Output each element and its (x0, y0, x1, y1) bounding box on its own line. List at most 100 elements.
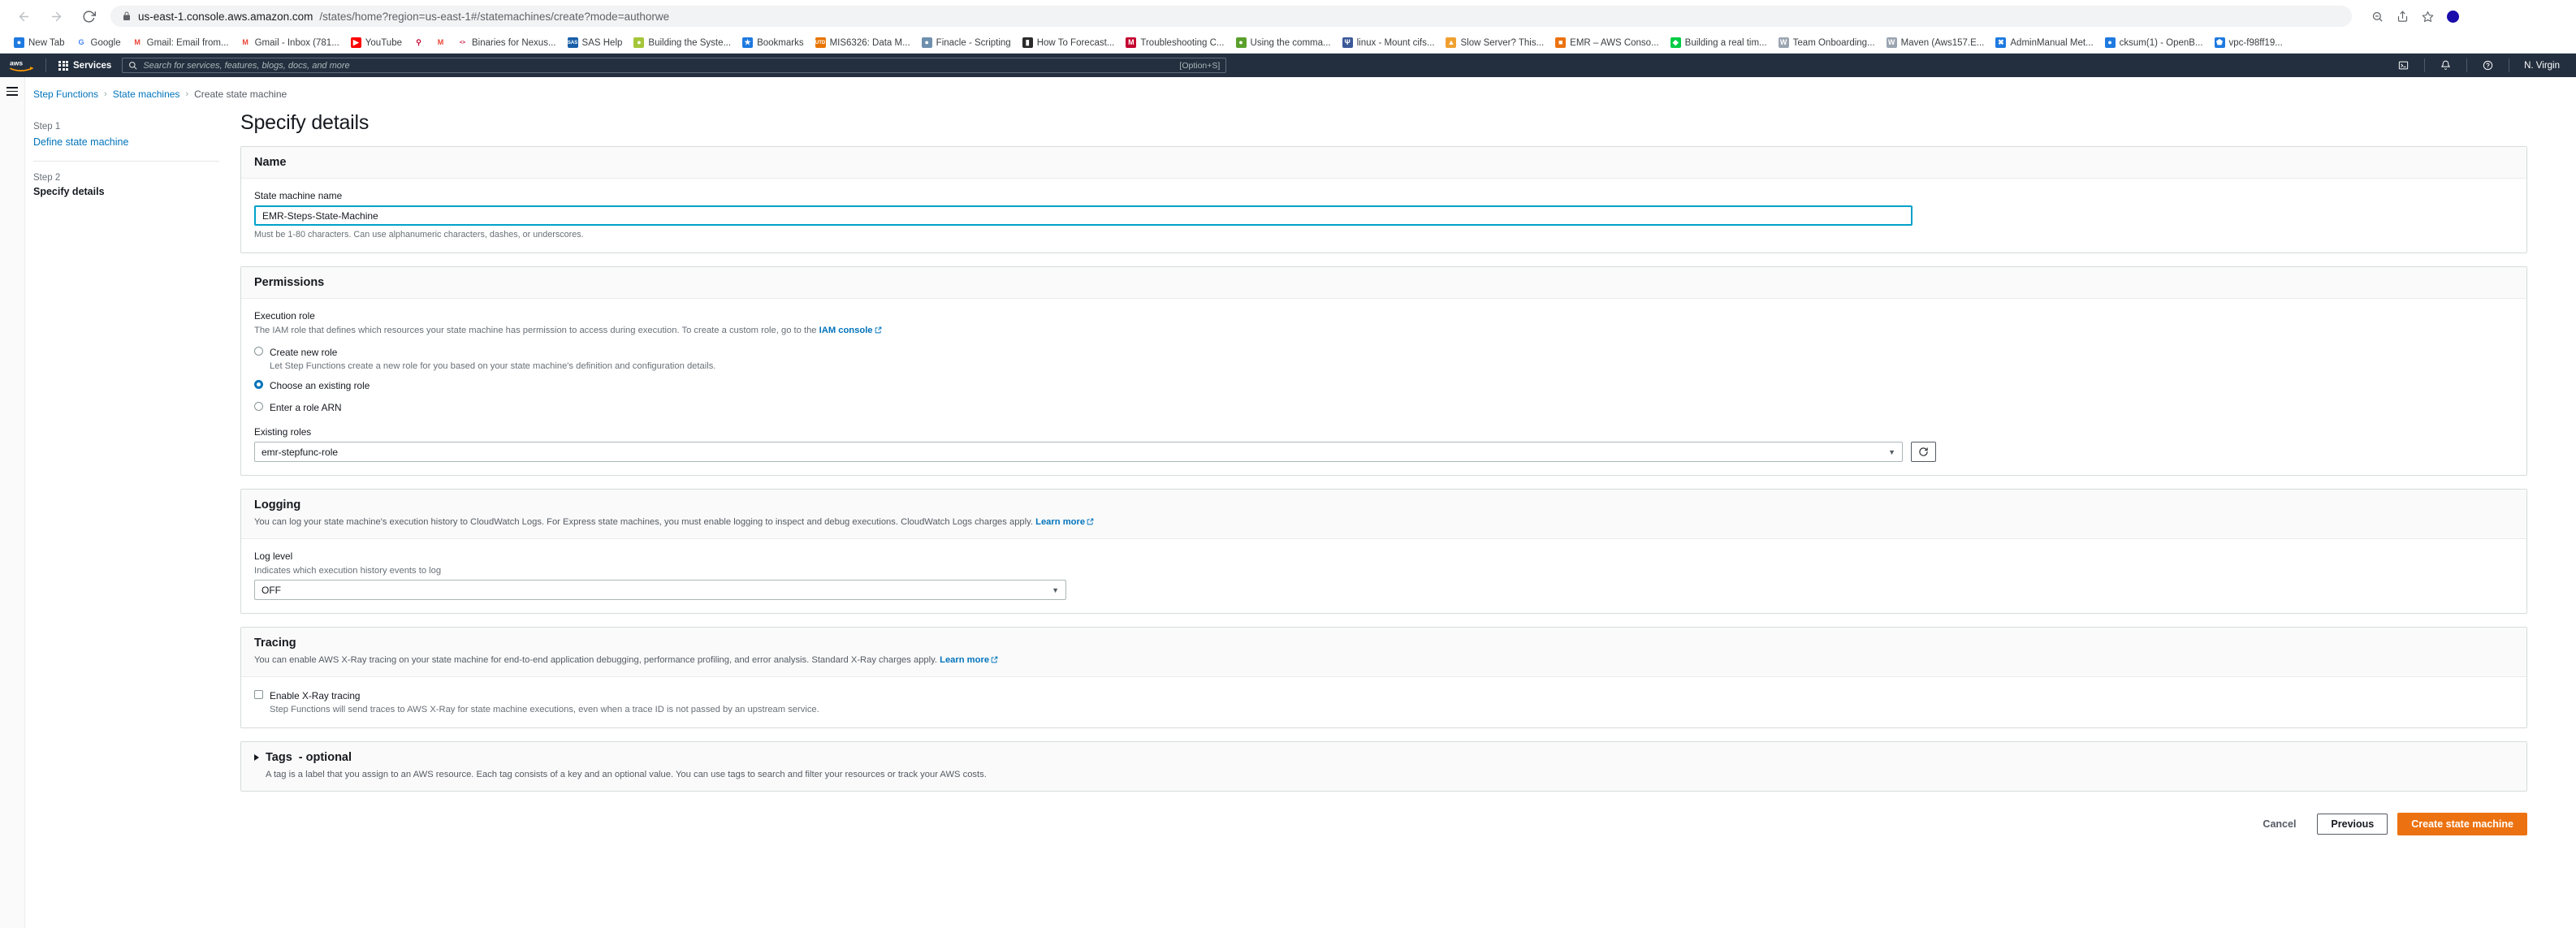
lock-icon (122, 11, 132, 21)
chevron-right-icon[interactable] (254, 754, 259, 762)
bookmark-item[interactable]: ⚲ (408, 36, 430, 50)
bookmark-item[interactable]: ◆ Building a real tim... (1665, 36, 1773, 50)
address-bar[interactable]: us-east-1.console.aws.amazon.com/states/… (110, 6, 2352, 27)
bookmark-item[interactable]: SAS SAS Help (562, 36, 629, 50)
bookmark-item[interactable]: ● Building the Syste... (628, 36, 737, 50)
bookmark-item[interactable]: ● New Tab (8, 36, 71, 50)
browser-toolbar: us-east-1.console.aws.amazon.com/states/… (0, 0, 2576, 32)
breadcrumb-item-current: Create state machine (194, 88, 287, 100)
elephant-icon: ● (1235, 37, 1247, 48)
existing-roles-select[interactable]: emr-stepfunc-role ▼ (254, 442, 1903, 462)
name-panel-header: Name (241, 147, 2526, 179)
region-selector[interactable]: N. Virgin (2516, 61, 2568, 71)
gmail-icon: M (437, 38, 444, 46)
bookmark-item[interactable]: M Gmail: Email from... (127, 36, 235, 50)
step-item-2[interactable]: Step 2 Specify details (33, 173, 219, 197)
tracing-learn-more-link[interactable]: Learn more (940, 655, 989, 665)
bookmark-label: Finacle - Scripting (936, 37, 1011, 48)
bookmark-item[interactable]: G Google (71, 36, 127, 50)
step-2-number: Step 2 (33, 173, 61, 183)
breadcrumb-item-step-functions[interactable]: Step Functions (33, 88, 98, 100)
hamburger-menu-icon[interactable] (6, 87, 18, 928)
bookmark-item[interactable]: M Troubleshooting C... (1120, 36, 1230, 50)
bookmark-label: SAS Help (581, 37, 623, 48)
permissions-panel: Permissions Execution role The IAM role … (240, 266, 2527, 476)
bookmark-star-icon[interactable] (2422, 11, 2434, 23)
bookmark-item[interactable]: ★ Bookmarks (737, 36, 810, 50)
form-actions: Cancel Previous Create state machine (240, 805, 2527, 855)
create-state-machine-button[interactable]: Create state machine (2397, 812, 2527, 835)
breadcrumb-item-state-machines[interactable]: State machines (113, 88, 180, 100)
tracing-panel: Tracing You can enable AWS X-Ray tracing… (240, 627, 2527, 729)
bookmark-label: Building the Syste... (648, 37, 732, 48)
bookmark-item[interactable]: ● Finacle - Scripting (916, 36, 1017, 50)
bookmark-item[interactable]: ■ EMR – AWS Conso... (1549, 36, 1665, 50)
existing-roles-label: Existing roles (254, 426, 312, 438)
tracing-panel-title: Tracing (254, 637, 296, 650)
radio-enter-role-arn[interactable]: Enter a role ARN (254, 400, 2513, 415)
person-icon: ● (921, 37, 932, 48)
bookmark-item[interactable]: <> Binaries for Nexus... (452, 36, 562, 50)
bookmark-item[interactable]: M (430, 36, 452, 50)
reload-button[interactable] (78, 6, 99, 27)
refresh-roles-button[interactable] (1911, 442, 1936, 462)
bookmark-label: YouTube (365, 37, 402, 48)
browser-chrome: us-east-1.console.aws.amazon.com/states/… (0, 0, 2576, 54)
bookmark-label: Gmail - Inbox (781... (254, 37, 339, 48)
forward-button[interactable] (45, 6, 67, 27)
execution-role-label: Execution role (254, 310, 315, 322)
bookmark-item[interactable]: Ψlinux - Mount cifs... (1337, 36, 1441, 50)
state-machine-name-hint: Must be 1-80 characters. Can use alphanu… (254, 230, 584, 240)
logging-learn-more-link[interactable]: Learn more (1035, 517, 1085, 527)
tags-expander-row[interactable]: Tags - optional (254, 751, 2513, 764)
bookmark-item[interactable]: W Maven (Aws157.E... (1881, 36, 1990, 50)
url-host: us-east-1.console.aws.amazon.com (138, 10, 313, 23)
bookmark-item[interactable]: UTD MIS6326: Data M... (810, 36, 916, 50)
cancel-button[interactable]: Cancel (2251, 814, 2307, 835)
radio-choose-existing-role[interactable]: Choose an existing role (254, 378, 2513, 393)
share-icon[interactable] (2397, 11, 2409, 23)
bookmark-item[interactable]: M Gmail - Inbox (781... (235, 36, 345, 50)
bookmark-item[interactable]: ⬟ vpc-f98ff19... (2209, 36, 2289, 50)
page-title: Specify details (240, 111, 370, 134)
tags-panel: Tags - optional A tag is a label that yo… (240, 741, 2527, 792)
tags-panel-header[interactable]: Tags - optional A tag is a label that yo… (241, 742, 2526, 791)
aws-search-input[interactable] (143, 60, 1174, 71)
bookmark-item[interactable]: ▶ YouTube (345, 36, 408, 50)
cloudshell-icon[interactable] (2389, 60, 2418, 71)
zoom-out-icon[interactable] (2371, 11, 2384, 23)
radio-create-new-role[interactable]: Create new role Let Step Functions creat… (254, 345, 2513, 371)
steps-navigation: Step 1 Define state machine Step 2 Speci… (25, 100, 240, 928)
aws-search-box[interactable]: [Option+S] (122, 58, 1227, 73)
permissions-panel-header: Permissions (241, 267, 2526, 299)
bookmark-item[interactable]: ● cksum(1) - OpenB... (2099, 36, 2209, 50)
services-menu-button[interactable]: Services (53, 58, 117, 74)
android-icon: ● (633, 37, 645, 48)
header-divider (2466, 58, 2468, 72)
bookmark-item[interactable]: ✖ AdminManual Met... (1990, 36, 2098, 50)
enable-xray-tracing-row[interactable]: Enable X-Ray tracing Step Functions will… (254, 688, 2513, 714)
profile-avatar[interactable] (2447, 10, 2459, 23)
external-link-icon (1087, 516, 1094, 529)
bookmark-item[interactable]: ● Using the comma... (1230, 36, 1337, 50)
wiki-icon: W (1778, 37, 1789, 48)
back-button[interactable] (13, 6, 34, 27)
execution-role-description: The IAM role that defines which resource… (254, 326, 2513, 336)
step-1-label[interactable]: Define state machine (33, 136, 128, 148)
iam-console-link[interactable]: IAM console (819, 326, 873, 335)
aws-logo-icon[interactable]: aws (8, 57, 36, 75)
bell-icon[interactable] (2431, 60, 2460, 71)
state-machine-name-input[interactable] (254, 205, 1913, 226)
x-icon: ✖ (1995, 37, 2007, 48)
step-item-1[interactable]: Step 1 Define state machine (33, 122, 219, 149)
bookmark-item[interactable]: W Team Onboarding... (1773, 36, 1881, 50)
log-level-label: Log level (254, 550, 293, 563)
bookmark-item[interactable]: ▲ Slow Server? This... (1440, 36, 1549, 50)
tags-panel-description: A tag is a label that you assign to an A… (266, 770, 987, 780)
bookmark-item[interactable]: ▮ How To Forecast... (1017, 36, 1121, 50)
previous-button[interactable]: Previous (2317, 813, 2388, 835)
help-icon[interactable] (2474, 60, 2502, 71)
bookmark-label: Google (90, 37, 121, 48)
search-shortcut-hint: [Option+S] (1179, 60, 1221, 71)
log-level-select[interactable]: OFF ▼ (254, 580, 1066, 601)
